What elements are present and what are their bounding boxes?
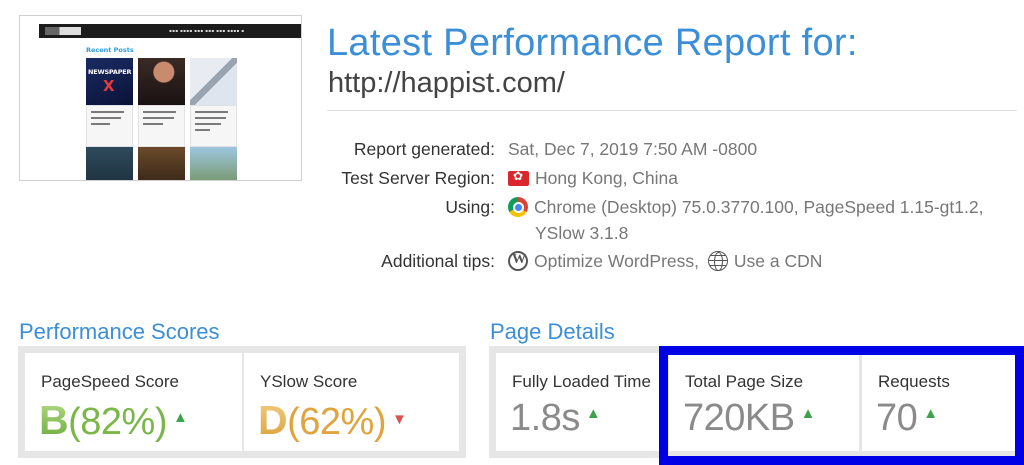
requests-label: Requests xyxy=(878,372,950,391)
thumbnail-menu: ▪▪▪ ▪▪▪▪ ▪▪▪ ▪▪▪ ▪▪▪ ▪▪▪▪ ▪ xyxy=(169,28,245,33)
newspaper-logo-text: NEWSPAPER xyxy=(88,68,132,76)
trend-down-icon: ▼ xyxy=(391,411,407,428)
requests-value-row: 70 ▲ xyxy=(876,397,938,440)
requests-card[interactable]: Requests 70 ▲ xyxy=(862,353,1017,451)
using-value: Chrome (Desktop) 75.0.3770.100, PageSpee… xyxy=(508,197,983,218)
fully-loaded-time-card[interactable]: Fully Loaded Time 1.8s ▲ xyxy=(496,353,664,451)
browser-version-text: Chrome (Desktop) 75.0.3770.100, PageSpee… xyxy=(534,197,984,217)
trend-up-icon: ▲ xyxy=(172,409,188,426)
pagespeed-score-label: PageSpeed Score xyxy=(41,372,179,391)
optimize-wordpress-link[interactable]: Optimize WordPress, xyxy=(534,251,699,271)
thumbnail-post-tile xyxy=(190,147,237,180)
chrome-icon xyxy=(508,197,528,217)
fully-loaded-time-value-row: 1.8s ▲ xyxy=(510,397,601,440)
yslow-percent: (62%) xyxy=(287,401,386,443)
pagespeed-score-value: B(82%) ▲ xyxy=(39,397,188,444)
report-generated-value: Sat, Dec 7, 2019 7:50 AM -0800 xyxy=(508,139,758,159)
globe-icon xyxy=(707,251,728,271)
test-server-region-value: Hong Kong, China xyxy=(508,168,678,189)
total-page-size-label: Total Page Size xyxy=(685,372,804,391)
performance-scores-panel: PageSpeed Score B(82%) ▲ YSlow Score D(62… xyxy=(18,346,466,458)
hong-kong-flag-icon xyxy=(508,169,529,186)
total-page-size-value: 720KB xyxy=(683,397,795,439)
page-details-title: Page Details xyxy=(490,319,615,344)
report-generated-label: Report generated: xyxy=(353,139,495,159)
pagespeed-grade: B xyxy=(39,397,69,443)
yslow-grade: D xyxy=(258,397,288,443)
thumbnail-post-tile xyxy=(138,58,185,147)
thumbnail-navbar: ▪▪▪ ▪▪▪▪ ▪▪▪ ▪▪▪ ▪▪▪ ▪▪▪▪ ▪ xyxy=(39,24,301,38)
thumbnail-logo xyxy=(45,27,81,35)
thumbnail-post-tile: NEWSPAPER X xyxy=(86,58,133,147)
trend-up-icon: ▲ xyxy=(800,405,816,422)
use-cdn-link[interactable]: Use a CDN xyxy=(734,251,823,271)
pagespeed-percent: (82%) xyxy=(68,401,167,443)
thumbnail-post-tile xyxy=(138,147,185,180)
additional-tips-label: Additional tips: xyxy=(381,251,495,271)
total-page-size-card[interactable]: Total Page Size 720KB ▲ xyxy=(669,353,859,451)
fully-loaded-time-label: Fully Loaded Time xyxy=(512,372,651,391)
newspaper-x-text: X xyxy=(103,77,115,95)
test-server-region-label: Test Server Region: xyxy=(341,168,495,188)
thumbnail-post-tile xyxy=(190,58,237,147)
trend-up-icon: ▲ xyxy=(923,405,938,422)
total-page-size-value-row: 720KB ▲ xyxy=(683,397,815,440)
requests-value: 70 xyxy=(876,397,918,439)
using-label: Using: xyxy=(445,197,495,217)
pagespeed-score-card[interactable]: PageSpeed Score B(82%) ▲ xyxy=(25,353,242,451)
report-title: Latest Performance Report for: xyxy=(327,22,858,64)
additional-tips-value: Optimize WordPress, Use a CDN xyxy=(508,251,822,272)
trend-up-icon: ▲ xyxy=(585,405,601,422)
page-details-panel: Fully Loaded Time 1.8s ▲ Total Page Size … xyxy=(489,346,1024,458)
region-text: Hong Kong, China xyxy=(535,168,679,188)
thumbnail-post-tile xyxy=(86,147,133,180)
site-screenshot-thumbnail[interactable]: ▪▪▪ ▪▪▪▪ ▪▪▪ ▪▪▪ ▪▪▪ ▪▪▪▪ ▪ Recent Posts… xyxy=(19,15,302,181)
divider xyxy=(327,110,1017,111)
yslow-version-text: YSlow 3.1.8 xyxy=(535,223,629,243)
thumbnail-recent-posts: Recent Posts xyxy=(86,46,134,54)
fully-loaded-time-value: 1.8s xyxy=(510,397,580,439)
report-url[interactable]: http://happist.com/ xyxy=(328,67,565,100)
yslow-score-value: D(62%) ▼ xyxy=(258,397,407,444)
performance-scores-title: Performance Scores xyxy=(19,319,220,344)
yslow-score-card[interactable]: YSlow Score D(62%) ▼ xyxy=(244,353,459,451)
yslow-score-label: YSlow Score xyxy=(260,372,358,391)
wordpress-icon xyxy=(508,251,528,271)
